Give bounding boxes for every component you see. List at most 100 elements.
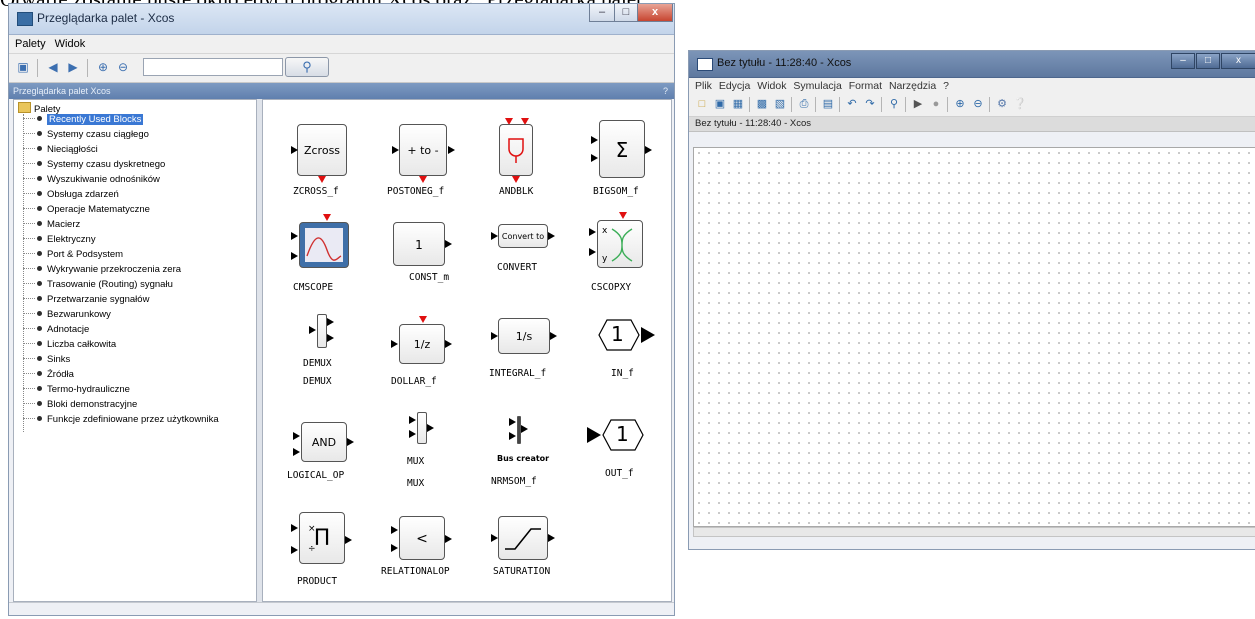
folder-open-icon[interactable]: ▣ — [15, 60, 31, 74]
palette-toolbar: ▣ ◀ ▶ ⊕ ⊖ ⚲ — [9, 54, 674, 83]
block-bigsom-f[interactable]: Σ BIGSOM_f — [581, 118, 665, 198]
stop-simulation-icon[interactable]: ● — [929, 97, 943, 111]
undo-icon[interactable]: ↶ — [845, 97, 859, 111]
diagram-canvas[interactable] — [693, 147, 1255, 527]
block-out-f[interactable]: 1 OUT_f — [581, 410, 665, 500]
new-file-icon[interactable]: □ — [695, 97, 709, 111]
tree-item-recently-used[interactable]: Recently Used Blocks — [23, 114, 144, 126]
tree-item[interactable]: Funkcje zdefiniowane przez użytkownika — [23, 414, 219, 426]
block-const-m[interactable]: 1 CONST_m — [381, 212, 471, 292]
menu-widok[interactable]: Widok — [757, 80, 786, 92]
xcos-titlebar[interactable]: Bez tytułu - 11:28:40 - Xcos – □ x — [689, 51, 1255, 78]
arrow-left-icon[interactable]: ◀ — [45, 60, 61, 74]
tree-item[interactable]: Źródła — [23, 369, 74, 381]
menu-widok[interactable]: Widok — [55, 38, 86, 50]
block-label: DEMUX — [303, 376, 332, 387]
block-convert[interactable]: Convert to CONVERT — [485, 212, 575, 292]
bullet-icon — [37, 221, 42, 226]
close-button[interactable]: x — [1221, 53, 1255, 69]
output-port — [347, 438, 354, 446]
input-port — [509, 432, 516, 440]
block-integral-f[interactable]: 1/s INTEGRAL_f — [485, 310, 575, 400]
block-in-f[interactable]: 1 IN_f — [581, 310, 665, 400]
setup-gear-icon[interactable]: ⚙ — [995, 97, 1009, 111]
block-relationalop[interactable]: < RELATIONALOP — [381, 510, 481, 600]
search-button[interactable]: ⚲ — [285, 57, 329, 77]
block-cscopxy[interactable]: xy CSCOPXY — [581, 212, 665, 293]
menu-help[interactable]: ? — [943, 80, 949, 92]
bullet-icon — [37, 341, 42, 346]
bullet-icon — [37, 311, 42, 316]
help-icon[interactable]: ❔ — [1013, 97, 1027, 111]
bullet-icon — [37, 296, 42, 301]
tree-item[interactable]: Trasowanie (Routing) sygnału — [23, 279, 173, 291]
block-logical-op[interactable]: AND LOGICAL_OP — [281, 410, 381, 490]
minimize-button[interactable]: – — [1171, 53, 1195, 69]
tree-item[interactable]: Bloki demonstracyjne — [23, 399, 137, 411]
tree-item[interactable]: Liczba całkowita — [23, 339, 116, 351]
fit-diagram-icon[interactable]: ⚲ — [887, 97, 901, 111]
block-cmscope[interactable]: CMSCOPE — [281, 212, 371, 293]
print-icon[interactable]: ⎙ — [797, 97, 811, 111]
horizontal-scrollbar[interactable] — [693, 527, 1255, 537]
block-postoneg-f[interactable]: + to - POSTONEG_f — [381, 118, 471, 198]
maximize-button[interactable]: □ — [614, 4, 638, 22]
start-simulation-icon[interactable]: ▶ — [911, 97, 925, 111]
zoom-in-icon[interactable]: ⊕ — [95, 60, 111, 74]
close-button[interactable]: x — [637, 4, 673, 22]
block-demux[interactable]: DEMUX DEMUX — [281, 310, 371, 400]
zoom-in-icon[interactable]: ⊕ — [953, 97, 967, 111]
block-mux[interactable]: MUX MUX — [381, 410, 471, 500]
block-saturation[interactable]: SATURATION — [485, 510, 575, 600]
block-label: CSCOPXY — [591, 282, 632, 293]
tree-item[interactable]: Obsługa zdarzeń — [23, 189, 119, 201]
toolbar-separator — [815, 97, 816, 112]
palette-titlebar[interactable]: Przeglądarka palet - Xcos – □ x — [9, 4, 674, 35]
tree-item[interactable]: Macierz — [23, 219, 80, 231]
tree-item[interactable]: Wyszukiwanie odnośników — [23, 174, 160, 186]
redo-icon[interactable]: ↷ — [863, 97, 877, 111]
tree-item[interactable]: Adnotacje — [23, 324, 89, 336]
search-input[interactable] — [143, 58, 283, 76]
block-label: LOGICAL_OP — [287, 470, 345, 481]
menu-palety[interactable]: Palety — [15, 38, 46, 50]
block-body: Convert to — [498, 224, 548, 248]
tree-item[interactable]: Nieciągłości — [23, 144, 98, 156]
menu-symulacja[interactable]: Symulacja — [793, 80, 841, 92]
input-port — [291, 252, 298, 260]
menu-narzedzia[interactable]: Narzędzia — [889, 80, 936, 92]
block-body: 1/s — [498, 318, 550, 354]
block-andblk[interactable]: ANDBLK — [485, 118, 565, 198]
block-zcross-f[interactable]: Zcross ZCROSS_f — [281, 118, 371, 198]
input-port — [409, 416, 416, 424]
delete-icon[interactable]: ▤ — [821, 97, 835, 111]
menu-edycja[interactable]: Edycja — [719, 80, 751, 92]
help-icon[interactable]: ? — [663, 83, 668, 99]
tree-item[interactable]: Sinks — [23, 354, 70, 366]
block-product[interactable]: × ÷ Π PRODUCT — [281, 510, 371, 600]
palette-browser-window: Przeglądarka palet - Xcos – □ x Palety W… — [8, 3, 675, 616]
tree-item[interactable]: Port & Podsystem — [23, 249, 123, 261]
block-dollar-f[interactable]: 1/z DOLLAR_f — [381, 310, 471, 400]
tree-item[interactable]: Systemy czasu dyskretnego — [23, 159, 165, 171]
maximize-button[interactable]: □ — [1196, 53, 1220, 69]
tree-item[interactable]: Systemy czasu ciągłego — [23, 129, 149, 141]
tree-item[interactable]: Przetwarzanie sygnałów — [23, 294, 149, 306]
open-folder-icon[interactable]: ▣ — [713, 97, 727, 111]
menu-format[interactable]: Format — [849, 80, 882, 92]
arrow-right-icon[interactable]: ▶ — [65, 60, 81, 74]
block-nrmsom-f[interactable]: Bus creator NRMSOM_f — [485, 410, 575, 500]
tree-item[interactable]: Elektryczny — [23, 234, 96, 246]
save-as-icon[interactable]: ▧ — [773, 97, 787, 111]
open-in-scilab-icon[interactable]: ▦ — [731, 97, 745, 111]
tree-root[interactable]: Palety — [18, 102, 60, 115]
minimize-button[interactable]: – — [589, 4, 615, 22]
menu-plik[interactable]: Plik — [695, 80, 712, 92]
save-icon[interactable]: ▩ — [755, 97, 769, 111]
zoom-out-icon[interactable]: ⊖ — [115, 60, 131, 74]
tree-item[interactable]: Bezwarunkowy — [23, 309, 111, 321]
zoom-out-icon[interactable]: ⊖ — [971, 97, 985, 111]
tree-item[interactable]: Termo-hydrauliczne — [23, 384, 130, 396]
tree-item[interactable]: Wykrywanie przekroczenia zera — [23, 264, 181, 276]
tree-item[interactable]: Operacje Matematyczne — [23, 204, 150, 216]
